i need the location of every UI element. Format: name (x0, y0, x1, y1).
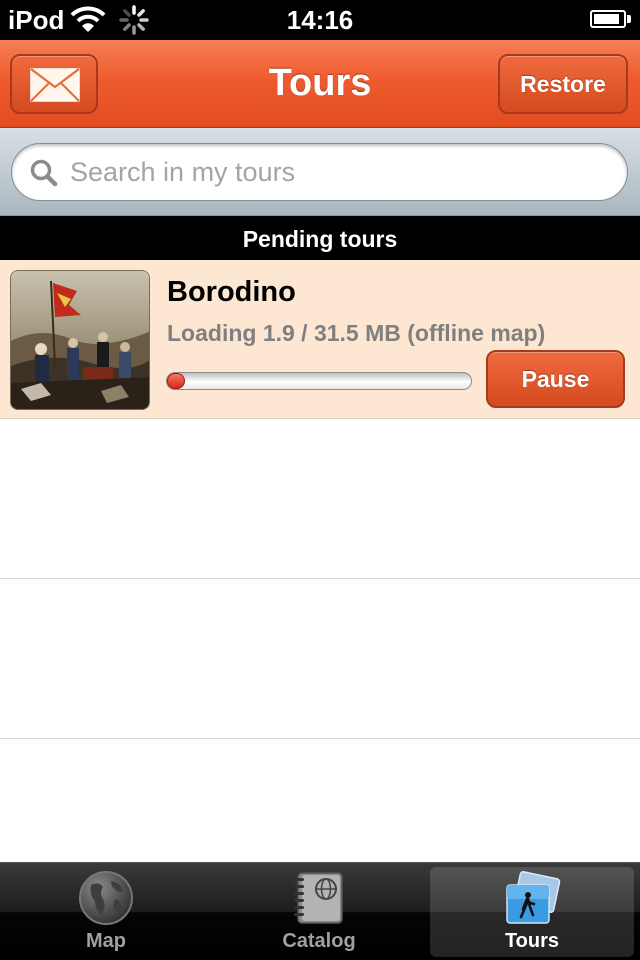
tab-bar: Map Catalog Tours (0, 862, 640, 960)
restore-button[interactable]: Restore (498, 54, 628, 114)
tab-map[interactable]: Map (4, 867, 208, 957)
tab-label: Tours (504, 930, 560, 952)
battery-level (594, 14, 619, 24)
battery-icon (590, 10, 626, 28)
tab-label: Catalog (282, 930, 356, 952)
section-header: Pending tours (0, 216, 640, 260)
tours-icon (430, 869, 634, 927)
tab-catalog[interactable]: Catalog (217, 867, 421, 957)
search-bar (0, 128, 640, 216)
globe-icon (4, 869, 208, 927)
search-input[interactable] (70, 152, 600, 192)
pause-button[interactable]: Pause (486, 350, 625, 408)
tab-tours[interactable]: Tours (430, 867, 634, 957)
status-bar: iPod 14:16 (0, 0, 640, 40)
search-field[interactable] (11, 143, 628, 201)
search-icon (30, 159, 58, 187)
empty-row (0, 419, 640, 579)
battery-tip (627, 15, 631, 23)
clock: 14:16 (286, 5, 354, 35)
download-progress-fill (167, 373, 186, 389)
tour-thumbnail (10, 270, 150, 410)
mail-button[interactable] (10, 54, 98, 114)
navigation-bar: Tours Restore (0, 40, 640, 128)
empty-row (0, 579, 640, 739)
download-status: Loading 1.9 / 31.5 MB (offline map) (167, 320, 546, 346)
tour-title: Borodino (167, 276, 296, 308)
mail-icon (30, 68, 80, 102)
catalog-icon (217, 869, 421, 927)
tab-label: Map (86, 930, 126, 952)
download-progress-bar (166, 372, 472, 390)
